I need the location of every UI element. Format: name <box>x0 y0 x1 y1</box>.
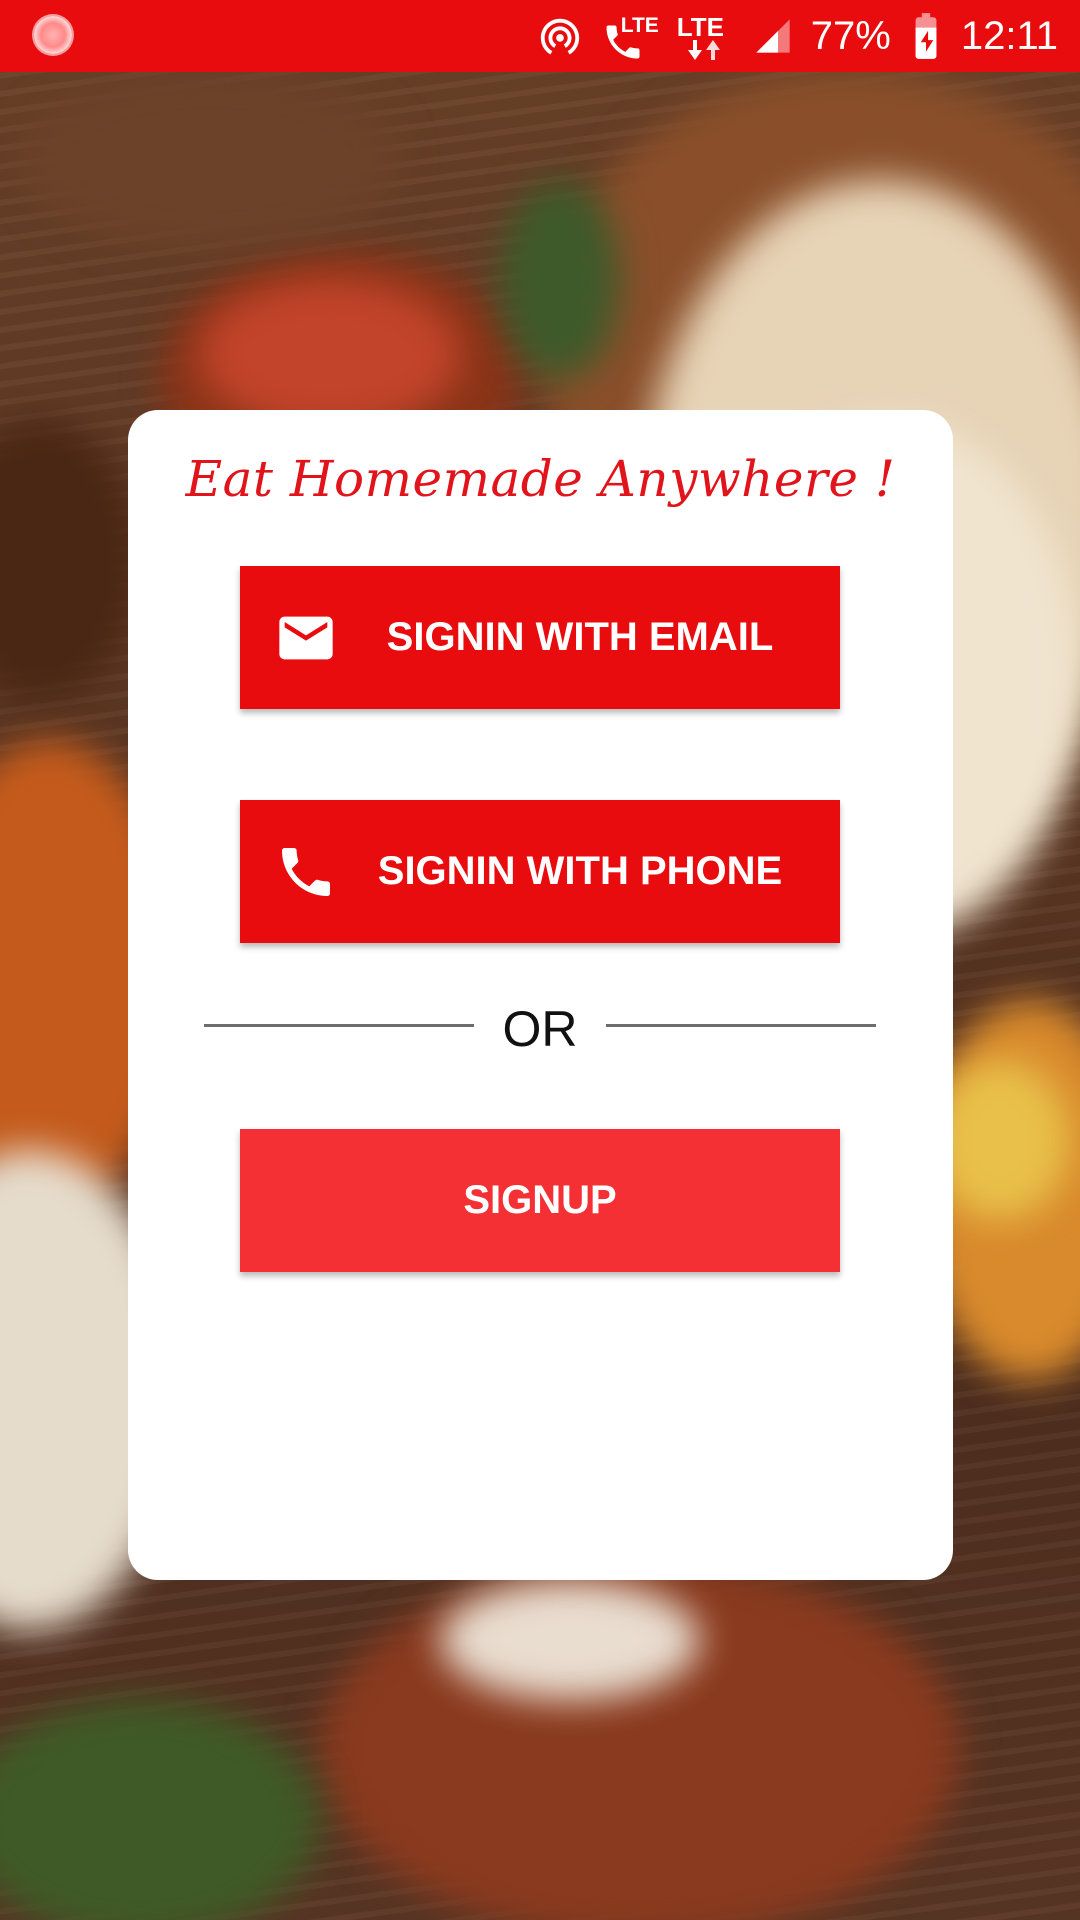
signup-label: SIGNUP <box>463 1178 617 1222</box>
lte-call-label: LTE <box>620 14 659 37</box>
lte-data-icon: LTE <box>677 10 735 62</box>
divider-line-left <box>204 1024 474 1027</box>
volte-call-icon: LTE <box>601 10 659 62</box>
mail-icon <box>274 606 338 670</box>
signin-phone-label: SIGNIN WITH PHONE <box>377 849 783 893</box>
divider-line-right <box>606 1024 876 1027</box>
phone-icon <box>274 840 338 904</box>
signin-card: Eat Homemade Anywhere ! SIGNIN WITH EMAI… <box>128 410 953 1580</box>
app-notification-icon <box>34 16 72 54</box>
clock: 12:11 <box>960 13 1058 58</box>
hotspot-icon <box>540 18 579 55</box>
battery-charging-icon <box>915 13 937 59</box>
lte-data-label: LTE <box>676 12 724 42</box>
status-icons: LTE LTE 77% 12:11 <box>537 0 1058 72</box>
battery-percentage: 77% <box>810 13 891 58</box>
signup-button[interactable]: SIGNUP <box>240 1129 840 1272</box>
or-divider-text: OR <box>502 1001 578 1057</box>
status-bar: LTE LTE 77% 12:11 <box>0 0 1080 72</box>
signin-phone-button[interactable]: SIGNIN WITH PHONE <box>240 800 840 943</box>
signal-icon <box>756 19 790 53</box>
signin-email-button[interactable]: SIGNIN WITH EMAIL <box>240 566 840 709</box>
signin-email-label: SIGNIN WITH EMAIL <box>386 615 774 659</box>
app-tagline: Eat Homemade Anywhere ! <box>185 450 896 508</box>
